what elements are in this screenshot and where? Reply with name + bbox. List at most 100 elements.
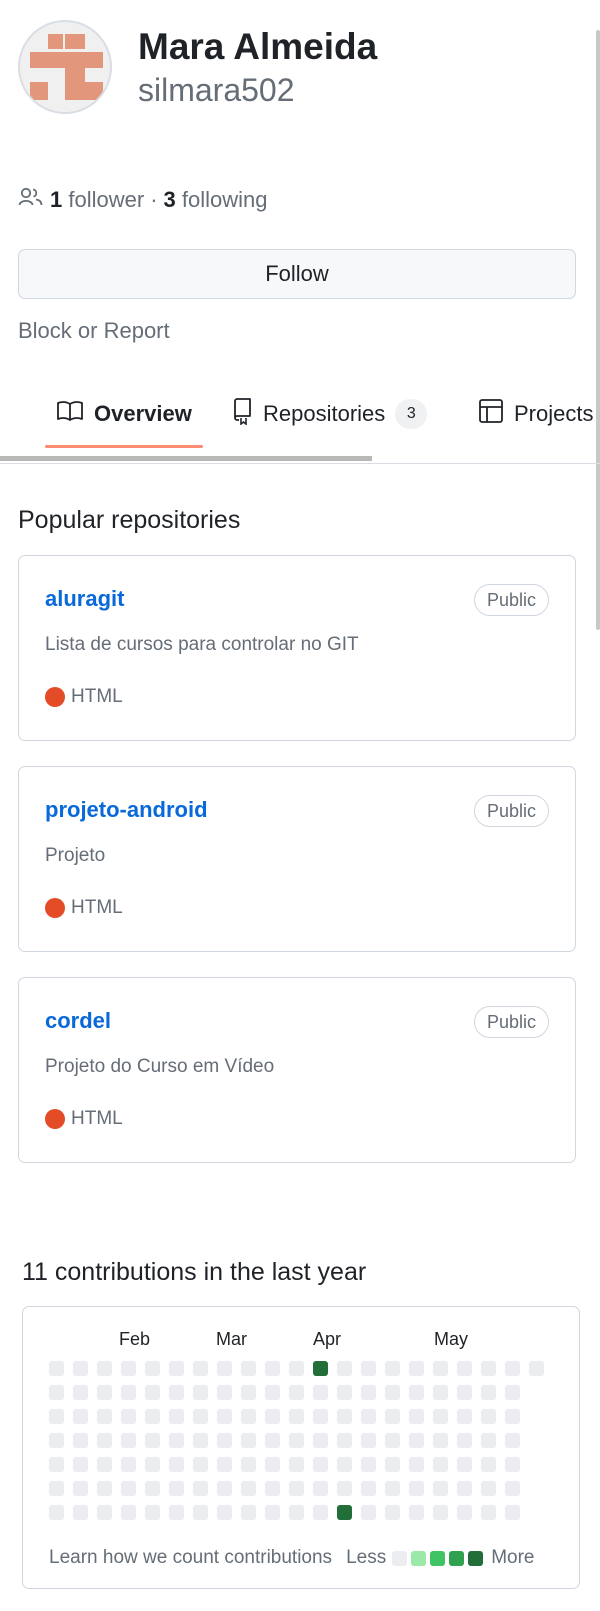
contribution-day[interactable] [217,1433,232,1448]
contribution-day[interactable] [265,1481,280,1496]
contribution-day[interactable] [457,1409,472,1424]
contribution-day[interactable] [241,1361,256,1376]
contribution-day[interactable] [505,1361,520,1376]
contribution-day[interactable] [481,1385,496,1400]
contribution-day[interactable] [217,1361,232,1376]
contribution-day[interactable] [121,1457,136,1472]
contribution-day[interactable] [217,1457,232,1472]
contribution-day[interactable] [385,1457,400,1472]
contribution-day[interactable] [529,1361,544,1376]
tabs-scrollbar[interactable] [0,456,372,461]
tab-projects[interactable]: Projects [478,394,593,434]
contribution-day[interactable] [409,1409,424,1424]
contribution-day[interactable] [385,1409,400,1424]
contribution-day[interactable] [169,1481,184,1496]
contribution-day[interactable] [481,1505,496,1520]
contribution-day[interactable] [433,1385,448,1400]
contribution-day[interactable] [241,1433,256,1448]
contribution-day[interactable] [169,1385,184,1400]
contribution-day[interactable] [121,1361,136,1376]
contribution-day[interactable] [265,1457,280,1472]
contribution-day[interactable] [457,1385,472,1400]
contribution-day[interactable] [337,1433,352,1448]
contribution-day[interactable] [433,1505,448,1520]
contribution-day[interactable] [409,1481,424,1496]
repo-name-link[interactable]: projeto-android [45,797,208,823]
followers-link[interactable]: 1 follower [50,187,144,213]
repo-name-link[interactable]: aluragit [45,586,124,612]
tab-overview[interactable]: Overview [56,394,192,434]
contribution-day[interactable] [73,1481,88,1496]
contribution-day[interactable] [121,1409,136,1424]
contribution-day[interactable] [361,1481,376,1496]
contribution-day[interactable] [313,1481,328,1496]
contribution-day[interactable] [265,1433,280,1448]
contribution-day[interactable] [169,1361,184,1376]
contribution-day[interactable] [97,1433,112,1448]
contribution-day[interactable] [217,1505,232,1520]
contribution-day[interactable] [385,1505,400,1520]
contribution-day[interactable] [241,1457,256,1472]
contribution-day[interactable] [49,1361,64,1376]
contribution-day[interactable] [337,1481,352,1496]
contribution-day[interactable] [169,1433,184,1448]
contribution-day[interactable] [433,1457,448,1472]
contribution-day[interactable] [289,1505,304,1520]
contribution-day[interactable] [73,1361,88,1376]
contribution-day[interactable] [409,1385,424,1400]
contribution-day[interactable] [457,1433,472,1448]
tab-repositories[interactable]: Repositories 3 [231,394,428,434]
contribution-day[interactable] [193,1385,208,1400]
contribution-day[interactable] [385,1433,400,1448]
contribution-day[interactable] [97,1409,112,1424]
contribution-day[interactable] [361,1433,376,1448]
contribution-day[interactable] [49,1505,64,1520]
contribution-day[interactable] [49,1457,64,1472]
block-report-link[interactable]: Block or Report [18,318,170,344]
contribution-day[interactable] [505,1385,520,1400]
contribution-day[interactable] [505,1409,520,1424]
contribution-day[interactable] [49,1481,64,1496]
follow-button[interactable]: Follow [18,249,576,299]
contribution-day[interactable] [457,1361,472,1376]
contribution-day[interactable] [289,1433,304,1448]
contribution-day[interactable] [361,1385,376,1400]
contribution-day[interactable] [145,1505,160,1520]
contribution-day[interactable] [169,1457,184,1472]
contribution-day[interactable] [457,1505,472,1520]
contribution-day[interactable] [433,1481,448,1496]
contribution-day[interactable] [169,1505,184,1520]
contribution-day[interactable] [361,1409,376,1424]
contribution-day[interactable] [97,1385,112,1400]
contribution-day[interactable] [73,1409,88,1424]
following-link[interactable]: 3 following [164,187,268,213]
contribution-day[interactable] [73,1385,88,1400]
contribution-day[interactable] [481,1481,496,1496]
contribution-day[interactable] [289,1481,304,1496]
contribution-day[interactable] [481,1457,496,1472]
contribution-day[interactable] [385,1385,400,1400]
contribution-day[interactable] [481,1361,496,1376]
contribution-day[interactable] [385,1481,400,1496]
contribution-day[interactable] [337,1505,352,1520]
contribution-day[interactable] [433,1361,448,1376]
contribution-day[interactable] [481,1433,496,1448]
contribution-day[interactable] [193,1481,208,1496]
contribution-day[interactable] [337,1409,352,1424]
contribution-day[interactable] [289,1457,304,1472]
contribution-day[interactable] [505,1505,520,1520]
contribution-day[interactable] [241,1385,256,1400]
contribution-day[interactable] [505,1481,520,1496]
contribution-day[interactable] [145,1385,160,1400]
contribution-day[interactable] [289,1361,304,1376]
contribution-day[interactable] [217,1385,232,1400]
contribution-day[interactable] [313,1361,328,1376]
contribution-day[interactable] [265,1361,280,1376]
contribution-day[interactable] [433,1433,448,1448]
contribution-day[interactable] [361,1457,376,1472]
page-scrollbar[interactable] [596,30,600,630]
contribution-day[interactable] [505,1433,520,1448]
contribution-day[interactable] [97,1481,112,1496]
contribution-day[interactable] [289,1385,304,1400]
contribution-day[interactable] [241,1481,256,1496]
